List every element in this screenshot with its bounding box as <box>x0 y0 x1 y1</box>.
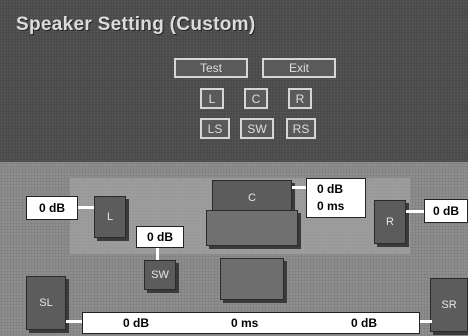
left-level-label: 0 dB <box>26 196 78 220</box>
right-speaker: R <box>374 200 406 244</box>
rs-channel-button[interactable]: RS <box>286 118 316 139</box>
left-connector <box>78 206 94 209</box>
exit-button[interactable]: Exit <box>262 58 336 78</box>
r-channel-button[interactable]: R <box>288 88 312 109</box>
center-connector <box>292 186 306 189</box>
surround-left-speaker: SL <box>26 276 66 330</box>
listening-seat <box>220 258 284 300</box>
tv-cabinet <box>206 210 298 246</box>
page-title: Speaker Setting (Custom) <box>16 14 256 35</box>
surround-right-speaker: SR <box>430 278 468 332</box>
ls-channel-button[interactable]: LS <box>200 118 230 139</box>
surround-right-connector <box>418 320 432 323</box>
header-panel: Speaker Setting (Custom) Test Exit L C R… <box>0 0 468 162</box>
subwoofer-speaker: SW <box>144 260 176 290</box>
c-channel-button[interactable]: C <box>244 88 268 109</box>
surround-right-db-value: 0 dB <box>351 316 378 330</box>
surround-ms-value: 0 ms <box>231 316 259 330</box>
center-level-label: 0 dB 0 ms <box>306 178 366 218</box>
surround-left-db-value: 0 dB <box>123 316 150 330</box>
left-speaker: L <box>94 196 126 238</box>
right-connector <box>406 210 424 213</box>
speaker-setting-screen: Speaker Setting (Custom) Test Exit L C R… <box>0 0 468 336</box>
subwoofer-level-label: 0 dB <box>136 226 184 248</box>
center-ms-value: 0 ms <box>317 199 345 213</box>
center-db-value: 0 dB <box>317 182 344 196</box>
right-level-label: 0 dB <box>424 199 468 223</box>
l-channel-button[interactable]: L <box>200 88 224 109</box>
sw-channel-button[interactable]: SW <box>240 118 274 139</box>
surround-level-bar: 0 dB 0 ms 0 dB <box>82 312 420 334</box>
test-button[interactable]: Test <box>174 58 248 78</box>
